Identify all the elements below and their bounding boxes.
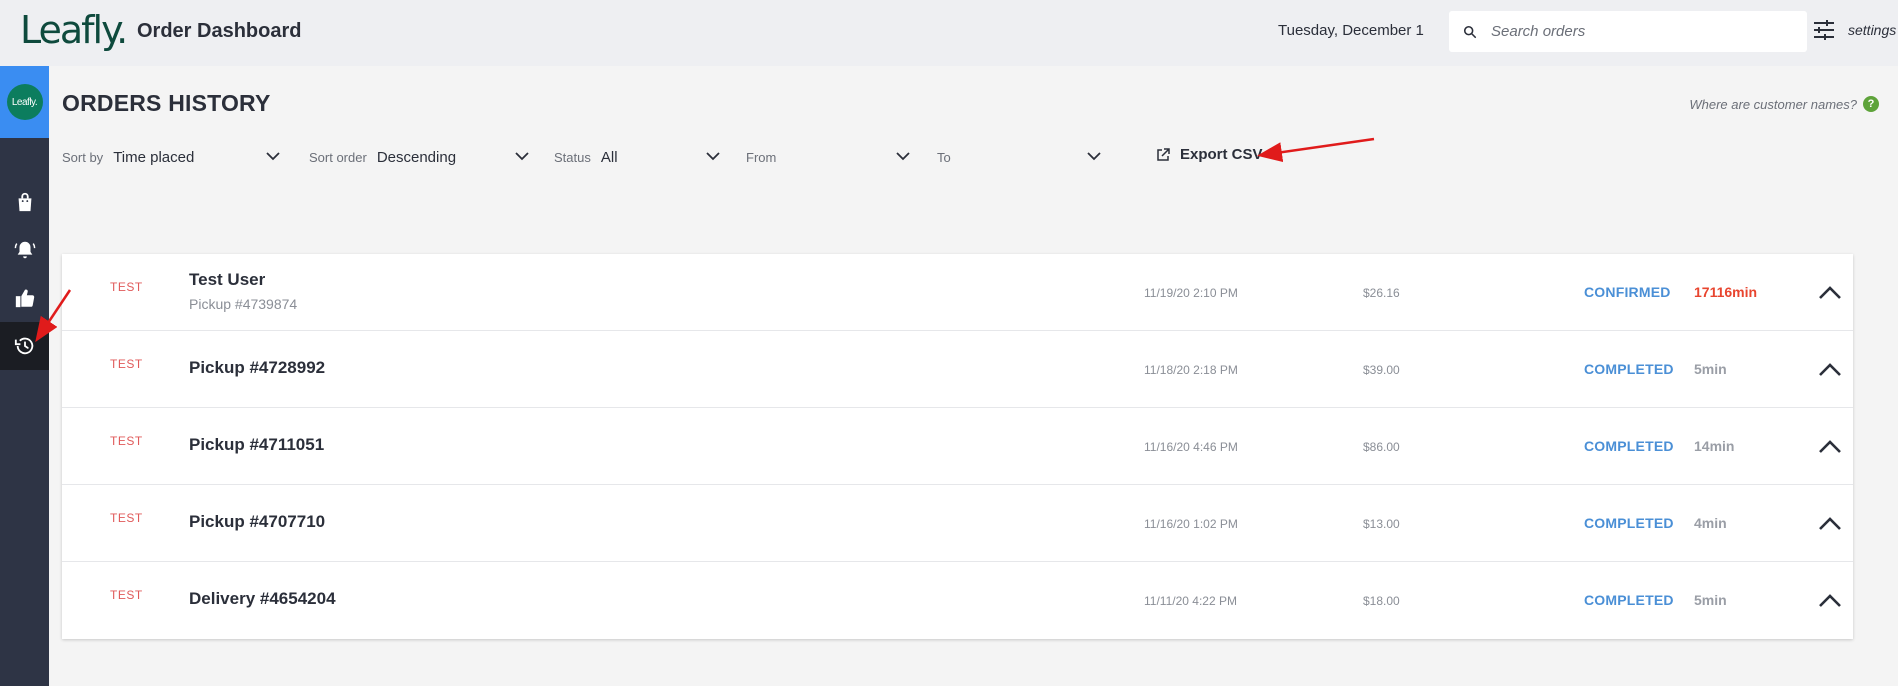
order-name: Test User: [189, 270, 266, 289]
chevron-down-icon: [706, 152, 720, 161]
customer-names-help[interactable]: Where are customer names? ?: [1689, 96, 1879, 112]
external-link-icon: [1157, 147, 1170, 161]
help-text[interactable]: Where are customer names?: [1689, 97, 1857, 112]
brand-badge: Leafly.: [6, 84, 43, 120]
shopping-bag-icon: [18, 192, 31, 212]
order-time: 11/11/20 4:22 PM: [1144, 594, 1237, 608]
brand-tile[interactable]: Leafly.: [0, 66, 49, 138]
order-row[interactable]: TEST Pickup #4707710 11/16/20 1:02 PM $1…: [62, 485, 1853, 562]
order-subtitle: Pickup #4739874: [189, 296, 298, 312]
order-row[interactable]: TEST Test User Pickup #4739874 11/19/20 …: [62, 254, 1853, 331]
order-elapsed: 17116min: [1694, 284, 1758, 300]
order-status: COMPLETED: [1584, 515, 1674, 531]
order-price: $86.00: [1363, 440, 1400, 454]
test-tag: TEST: [110, 280, 143, 294]
sidebar-item-feedback[interactable]: [0, 274, 49, 322]
sort-order-value[interactable]: Descending: [377, 149, 456, 166]
sidebar-item-orders[interactable]: [0, 178, 49, 226]
order-row[interactable]: TEST Delivery #4654204 11/11/20 4:22 PM …: [62, 562, 1853, 639]
order-status: COMPLETED: [1584, 438, 1674, 454]
order-time: 11/18/20 2:18 PM: [1144, 363, 1238, 377]
test-tag: TEST: [110, 357, 143, 371]
sort-order-select[interactable]: Sort order Descending: [309, 145, 539, 169]
chevron-down-icon: [266, 152, 280, 161]
app-title: Order Dashboard: [137, 20, 302, 42]
order-elapsed: 5min: [1694, 361, 1727, 377]
settings-label[interactable]: settings: [1848, 22, 1896, 38]
sort-by-label: Sort by: [62, 149, 104, 165]
test-tag: TEST: [110, 511, 143, 525]
order-elapsed: 5min: [1694, 592, 1727, 608]
status-select[interactable]: Status All: [554, 145, 724, 169]
sidebar: Leafly.: [0, 66, 49, 686]
history-icon: [14, 337, 33, 355]
filter-bar: Sort by Time placed Sort order Descendin…: [62, 145, 1262, 169]
chevron-up-icon[interactable]: [1818, 440, 1842, 454]
sort-order-label: Sort order: [309, 149, 367, 165]
chevron-up-icon[interactable]: [1818, 594, 1842, 608]
order-time: 11/16/20 4:46 PM: [1144, 440, 1238, 454]
order-elapsed: 4min: [1694, 515, 1727, 531]
bell-icon: [14, 241, 35, 259]
order-name: Delivery #4654204: [189, 589, 336, 608]
search-icon: [1463, 25, 1477, 38]
chevron-up-icon[interactable]: [1818, 363, 1842, 377]
thumbs-up-icon: [15, 289, 34, 308]
from-label: From: [746, 149, 777, 165]
order-status: COMPLETED: [1584, 592, 1674, 608]
order-price: $39.00: [1363, 363, 1400, 377]
export-csv-button[interactable]: Export CSV: [1156, 146, 1263, 163]
sort-by-select[interactable]: Sort by Time placed: [62, 145, 282, 169]
order-status: CONFIRMED: [1584, 284, 1671, 300]
order-price: $26.16: [1363, 286, 1400, 300]
sliders-icon: [1814, 20, 1834, 40]
export-csv-label[interactable]: Export CSV: [1180, 146, 1263, 163]
status-value[interactable]: All: [601, 149, 618, 166]
order-time: 11/19/20 2:10 PM: [1144, 286, 1238, 300]
from-date-select[interactable]: From: [746, 145, 916, 169]
order-name: Pickup #4711051: [189, 435, 325, 454]
order-time: 11/16/20 1:02 PM: [1144, 517, 1238, 531]
current-date: Tuesday, December 1: [1278, 22, 1424, 39]
order-status: COMPLETED: [1584, 361, 1674, 377]
to-date-select[interactable]: To: [937, 145, 1107, 169]
chevron-down-icon: [896, 152, 910, 161]
test-tag: TEST: [110, 588, 143, 602]
search-input[interactable]: [1491, 23, 1791, 40]
settings-button[interactable]: settings: [1812, 18, 1896, 42]
chevron-up-icon[interactable]: [1818, 517, 1842, 531]
test-tag: TEST: [110, 434, 143, 448]
page-title: ORDERS HISTORY: [62, 90, 271, 116]
order-price: $13.00: [1363, 517, 1400, 531]
order-row[interactable]: TEST Pickup #4711051 11/16/20 4:46 PM $8…: [62, 408, 1853, 485]
leafly-logo[interactable]: Leafly.: [20, 8, 128, 52]
sort-by-value[interactable]: Time placed: [113, 149, 194, 166]
chevron-down-icon: [515, 152, 529, 161]
chevron-down-icon: [1087, 152, 1101, 161]
to-label: To: [937, 149, 951, 165]
order-name: Pickup #4707710: [189, 512, 326, 531]
order-elapsed: 14min: [1694, 438, 1735, 454]
top-bar: Leafly. Order Dashboard Tuesday, Decembe…: [0, 0, 1898, 66]
help-icon[interactable]: ?: [1863, 96, 1879, 112]
order-price: $18.00: [1363, 594, 1400, 608]
sidebar-item-notifications[interactable]: [0, 226, 49, 274]
order-row[interactable]: TEST Pickup #4728992 11/18/20 2:18 PM $3…: [62, 331, 1853, 408]
arrow-to-export: [1257, 137, 1375, 163]
order-name: Pickup #4728992: [189, 358, 326, 377]
status-label: Status: [554, 149, 591, 165]
search-box[interactable]: [1449, 11, 1807, 52]
chevron-up-icon[interactable]: [1818, 286, 1842, 300]
orders-list: TEST Test User Pickup #4739874 11/19/20 …: [62, 254, 1853, 639]
sidebar-item-history[interactable]: [0, 322, 49, 370]
